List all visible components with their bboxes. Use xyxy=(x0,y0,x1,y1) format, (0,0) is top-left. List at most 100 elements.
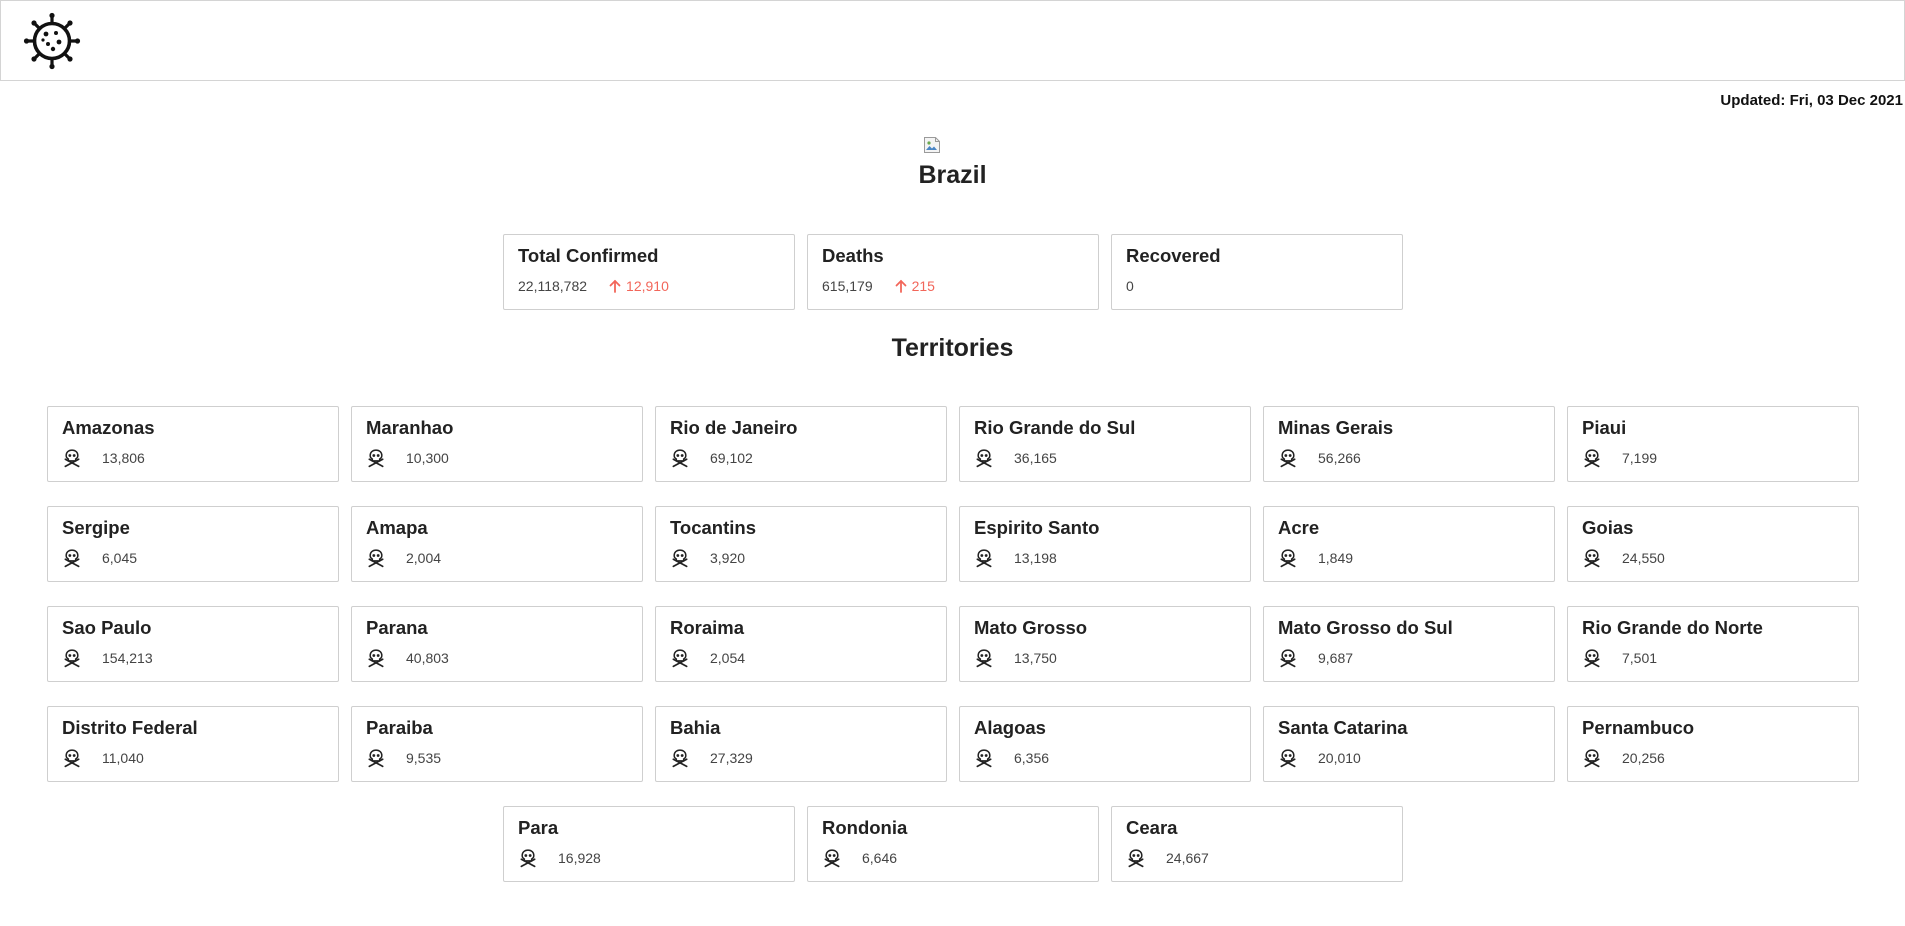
territories-heading: Territories xyxy=(891,334,1014,362)
territory-deaths-row: 9,687 xyxy=(1278,649,1353,667)
skull-crossbones-icon xyxy=(1126,848,1146,868)
territory-deaths-row: 154,213 xyxy=(62,649,153,667)
territory-card[interactable]: Distrito Federal 11,040 xyxy=(47,706,339,782)
territory-card[interactable]: Amazonas 13,806 xyxy=(47,406,339,482)
skull-crossbones-icon xyxy=(366,648,386,668)
virus-icon[interactable] xyxy=(23,12,81,70)
skull-crossbones-icon xyxy=(670,648,690,668)
territory-deaths: 13,198 xyxy=(1014,550,1057,566)
territory-deaths-row: 2,054 xyxy=(670,649,745,667)
skull-crossbones-icon xyxy=(366,748,386,768)
territory-deaths: 7,501 xyxy=(1622,650,1658,666)
skull-crossbones-icon xyxy=(62,648,82,668)
territory-card[interactable]: Sergipe 6,045 xyxy=(47,506,339,582)
territory-card[interactable]: Pernambuco 20,256 xyxy=(1567,706,1859,782)
territory-card[interactable]: Santa Catarina 20,010 xyxy=(1263,706,1555,782)
territory-name: Sao Paulo xyxy=(62,617,152,638)
territory-card[interactable]: Sao Paulo 154,213 xyxy=(47,606,339,682)
territory-deaths: 13,750 xyxy=(1014,650,1057,666)
territory-card[interactable]: Maranhao 10,300 xyxy=(351,406,643,482)
territory-card[interactable]: Mato Grosso do Sul 9,687 xyxy=(1263,606,1555,682)
territory-deaths-row: 6,646 xyxy=(822,849,897,867)
territory-deaths: 2,054 xyxy=(710,650,746,666)
territory-deaths: 36,165 xyxy=(1014,450,1057,466)
territory-card[interactable]: Rio Grande do Norte 7,501 xyxy=(1567,606,1859,682)
territory-card[interactable]: Paraiba 9,535 xyxy=(351,706,643,782)
territory-name: Amapa xyxy=(366,517,428,538)
territory-deaths-row: 2,004 xyxy=(366,549,441,567)
territory-card[interactable]: Bahia 27,329 xyxy=(655,706,947,782)
recovered-row: 0 xyxy=(1126,277,1134,295)
skull-crossbones-icon xyxy=(366,548,386,568)
territory-card[interactable]: Mato Grosso 13,750 xyxy=(959,606,1251,682)
territory-card[interactable]: Rondonia 6,646 xyxy=(807,806,1099,882)
territory-name: Tocantins xyxy=(670,517,756,538)
territory-card[interactable]: Espirito Santo 13,198 xyxy=(959,506,1251,582)
territory-deaths: 154,213 xyxy=(102,650,153,666)
territory-name: Rio Grande do Sul xyxy=(974,417,1136,438)
territory-deaths-row: 27,329 xyxy=(670,749,753,767)
deaths-label: Deaths xyxy=(822,245,884,266)
skull-crossbones-icon xyxy=(974,448,994,468)
skull-crossbones-icon xyxy=(518,848,538,868)
territory-deaths: 1,849 xyxy=(1318,550,1354,566)
territory-deaths: 16,928 xyxy=(558,850,601,866)
territory-deaths-row: 13,750 xyxy=(974,649,1057,667)
territory-name: Rio Grande do Norte xyxy=(1582,617,1763,638)
territory-deaths: 10,300 xyxy=(406,450,449,466)
territory-deaths-row: 9,535 xyxy=(366,749,441,767)
total-confirmed-label: Total Confirmed xyxy=(518,245,659,266)
skull-crossbones-icon xyxy=(1582,548,1602,568)
territory-name: Espirito Santo xyxy=(974,517,1100,538)
territory-card[interactable]: Tocantins 3,920 xyxy=(655,506,947,582)
territory-deaths-row: 36,165 xyxy=(974,449,1057,467)
territory-deaths-row: 3,920 xyxy=(670,549,745,567)
deaths-card[interactable]: Deaths 615,179 215 xyxy=(807,234,1099,310)
territory-card[interactable]: Ceara 24,667 xyxy=(1111,806,1403,882)
deaths-value: 615,179 xyxy=(822,278,873,294)
country-name: Brazil xyxy=(918,161,987,189)
territory-deaths: 6,045 xyxy=(102,550,138,566)
total-confirmed-row: 22,118,782 12,910 xyxy=(518,277,669,295)
recovered-card[interactable]: Recovered 0 xyxy=(1111,234,1403,310)
flag-image-icon xyxy=(924,137,940,153)
territory-card[interactable]: Amapa 2,004 xyxy=(351,506,643,582)
territory-deaths: 24,550 xyxy=(1622,550,1665,566)
deaths-delta: 215 xyxy=(894,278,935,294)
territory-card[interactable]: Minas Gerais 56,266 xyxy=(1263,406,1555,482)
territory-deaths-row: 10,300 xyxy=(366,449,449,467)
territory-card[interactable]: Roraima 2,054 xyxy=(655,606,947,682)
territory-card[interactable]: Rio de Janeiro 69,102 xyxy=(655,406,947,482)
territory-name: Rondonia xyxy=(822,817,908,838)
territory-name: Paraiba xyxy=(366,717,433,738)
territory-card[interactable]: Goias 24,550 xyxy=(1567,506,1859,582)
territory-deaths: 56,266 xyxy=(1318,450,1361,466)
territory-name: Para xyxy=(518,817,559,838)
territory-deaths: 11,040 xyxy=(102,750,144,766)
territory-deaths: 20,256 xyxy=(1622,750,1665,766)
territory-deaths: 2,004 xyxy=(406,550,442,566)
territory-deaths: 3,920 xyxy=(710,550,746,566)
skull-crossbones-icon xyxy=(974,748,994,768)
territory-card[interactable]: Parana 40,803 xyxy=(351,606,643,682)
territory-deaths-row: 69,102 xyxy=(670,449,753,467)
skull-crossbones-icon xyxy=(1582,448,1602,468)
territory-card[interactable]: Piaui 7,199 xyxy=(1567,406,1859,482)
skull-crossbones-icon xyxy=(62,448,82,468)
total-confirmed-card[interactable]: Total Confirmed 22,118,782 12,910 xyxy=(503,234,795,310)
territory-deaths: 20,010 xyxy=(1318,750,1361,766)
territory-deaths: 6,646 xyxy=(862,850,898,866)
territory-deaths-row: 7,501 xyxy=(1582,649,1657,667)
territory-card[interactable]: Para 16,928 xyxy=(503,806,795,882)
skull-crossbones-icon xyxy=(974,648,994,668)
skull-crossbones-icon xyxy=(822,848,842,868)
territory-card[interactable]: Acre 1,849 xyxy=(1263,506,1555,582)
deaths-row: 615,179 215 xyxy=(822,277,935,295)
territory-card[interactable]: Rio Grande do Sul 36,165 xyxy=(959,406,1251,482)
territory-deaths-row: 13,198 xyxy=(974,549,1057,567)
territory-name: Pernambuco xyxy=(1582,717,1695,738)
territory-deaths-row: 24,550 xyxy=(1582,549,1665,567)
territory-name: Rio de Janeiro xyxy=(670,417,798,438)
territory-card[interactable]: Alagoas 6,356 xyxy=(959,706,1251,782)
territory-deaths: 27,329 xyxy=(710,750,753,766)
